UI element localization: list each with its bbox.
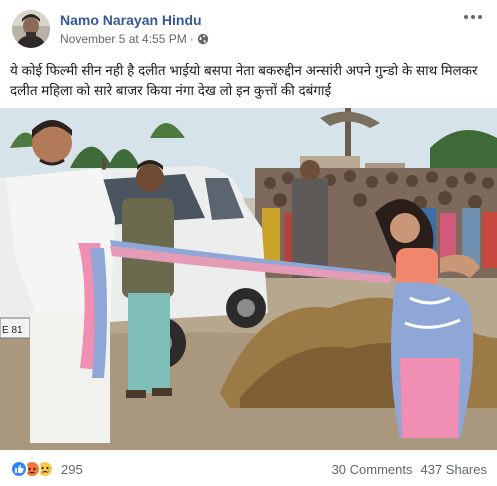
meta-separator: · [189,32,194,46]
reaction-count[interactable]: 295 [61,462,83,477]
avatar-image [12,10,50,48]
timestamp[interactable]: November 5 at 4:55 PM [60,32,187,46]
post-footer: 295 30 Comments 437 Shares [0,452,497,486]
post-text: ये कोई फिल्मी सीन नही है दलीत भाईयो बसपा… [10,63,478,98]
author-name[interactable]: Namo Narayan Hindu [60,12,202,28]
avatar[interactable] [12,10,50,48]
post-photo[interactable]: E 81 [0,108,497,450]
post-header: Namo Narayan Hindu November 5 at 4:55 PM… [0,0,497,56]
reactions-summary[interactable]: 295 [10,460,83,478]
post-meta: November 5 at 4:55 PM · [60,32,209,46]
comments-link[interactable]: 30 Comments [332,462,413,477]
like-icon [10,460,28,478]
license-plate: E 81 [2,325,23,336]
engagement-stats: 30 Comments 437 Shares [332,462,487,477]
street-scene-image: E 81 [0,108,497,450]
globe-icon[interactable] [197,33,209,45]
more-options-icon[interactable] [461,10,485,24]
facebook-post: Namo Narayan Hindu November 5 at 4:55 PM… [0,0,497,486]
shares-link[interactable]: 437 Shares [421,462,488,477]
